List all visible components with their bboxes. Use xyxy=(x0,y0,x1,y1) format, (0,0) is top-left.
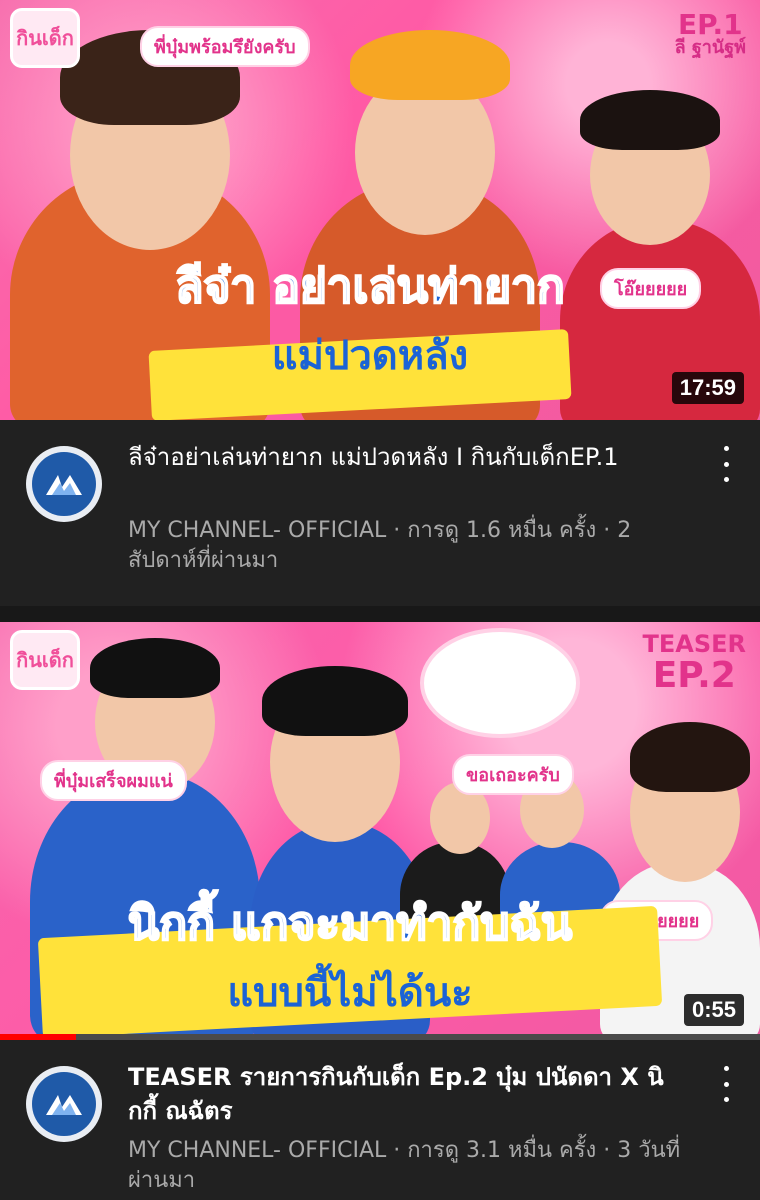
headline-line-2: แม่ปวดหลัง xyxy=(271,333,469,379)
episode-number: EP.1 xyxy=(677,8,743,41)
episode-guest: ลี ฐานัฐพ์ xyxy=(674,37,746,59)
video-duration: 0:55 xyxy=(683,994,744,1026)
headline-line-2: แบบนี้ไม่ได้นะ xyxy=(227,970,473,1016)
card-separator xyxy=(0,606,760,622)
thumbnail-headline: ลีจ๋า อย่าเล่นท่ายาก แม่ปวดหลัง xyxy=(150,250,590,387)
show-logo: กินเด็ก xyxy=(10,630,80,690)
thumbnail-headline: นิกกี้ แกจะมาทำกับฉัน แบบนี้ไม่ได้นะ xyxy=(50,887,650,1024)
speech-bubble: โอ๊ยยยยย xyxy=(600,268,702,309)
video-card[interactable]: กินเด็ก TEASER EP.2 พี่บุ๋มเสร็จผมแน่ ขอ… xyxy=(0,622,760,1200)
video-thumbnail[interactable]: กินเด็ก TEASER EP.2 พี่บุ๋มเสร็จผมแน่ ขอ… xyxy=(0,622,760,1040)
channel-logo-icon xyxy=(32,452,96,516)
video-meta: ลีจ๋าอย่าเล่นท่ายาก แม่ปวดหลัง I กินกับเ… xyxy=(0,420,760,620)
channel-avatar[interactable] xyxy=(26,446,102,522)
video-channel-stats: MY CHANNEL- OFFICIAL · การดู 3.1 หมื่น ค… xyxy=(128,1138,681,1193)
speech-bubble: ขอเถอะครับ xyxy=(452,754,574,795)
episode-tag: TEASER EP.2 xyxy=(642,630,747,697)
channel-avatar[interactable] xyxy=(26,1066,102,1142)
episode-label: TEASER xyxy=(642,630,747,658)
video-title[interactable]: ลีจ๋าอย่าเล่นท่ายาก แม่ปวดหลัง I กินกับเ… xyxy=(128,440,688,474)
video-thumbnail[interactable]: กินเด็ก EP.1 ลี ฐานัฐพ์ พี่บุ๋มพร้อมรึยั… xyxy=(0,0,760,420)
speech-bubble: พี่บุ๋มเสร็จผมแน่ xyxy=(40,760,187,801)
video-card[interactable]: กินเด็ก EP.1 ลี ฐานัฐพ์ พี่บุ๋มพร้อมรึยั… xyxy=(0,0,760,620)
channel-logo-icon xyxy=(32,1072,96,1136)
person-hair xyxy=(90,638,220,698)
episode-tag: EP.1 ลี ฐานัฐพ์ xyxy=(675,10,746,58)
crown-decoration xyxy=(350,30,510,100)
video-channel-stats: MY CHANNEL- OFFICIAL · การดู 1.6 หมื่น ค… xyxy=(128,518,632,573)
kebab-menu-icon[interactable] xyxy=(716,1066,736,1102)
inset-photo xyxy=(420,628,580,738)
headline-line-1: นิกกี้ แกจะมาทำกับฉัน xyxy=(127,895,573,951)
person-hair xyxy=(262,666,408,736)
episode-number: EP.2 xyxy=(652,655,736,697)
show-logo: กินเด็ก xyxy=(10,8,80,68)
video-feed: กินเด็ก EP.1 ลี ฐานัฐพ์ พี่บุ๋มพร้อมรึยั… xyxy=(0,0,760,1200)
kebab-menu-icon[interactable] xyxy=(716,446,736,482)
person-hair xyxy=(630,722,750,792)
speech-bubble: พี่บุ๋มพร้อมรึยังครับ xyxy=(140,26,310,67)
person-hair xyxy=(580,90,720,150)
headline-line-1: ลีจ๋า อย่าเล่นท่ายาก xyxy=(174,258,566,314)
video-title[interactable]: TEASER รายการกินกับเด็ก Ep.2 บุ๋ม ปนัดดา… xyxy=(128,1060,688,1128)
video-duration: 17:59 xyxy=(671,372,744,404)
video-meta: TEASER รายการกินกับเด็ก Ep.2 บุ๋ม ปนัดดา… xyxy=(0,1040,760,1200)
